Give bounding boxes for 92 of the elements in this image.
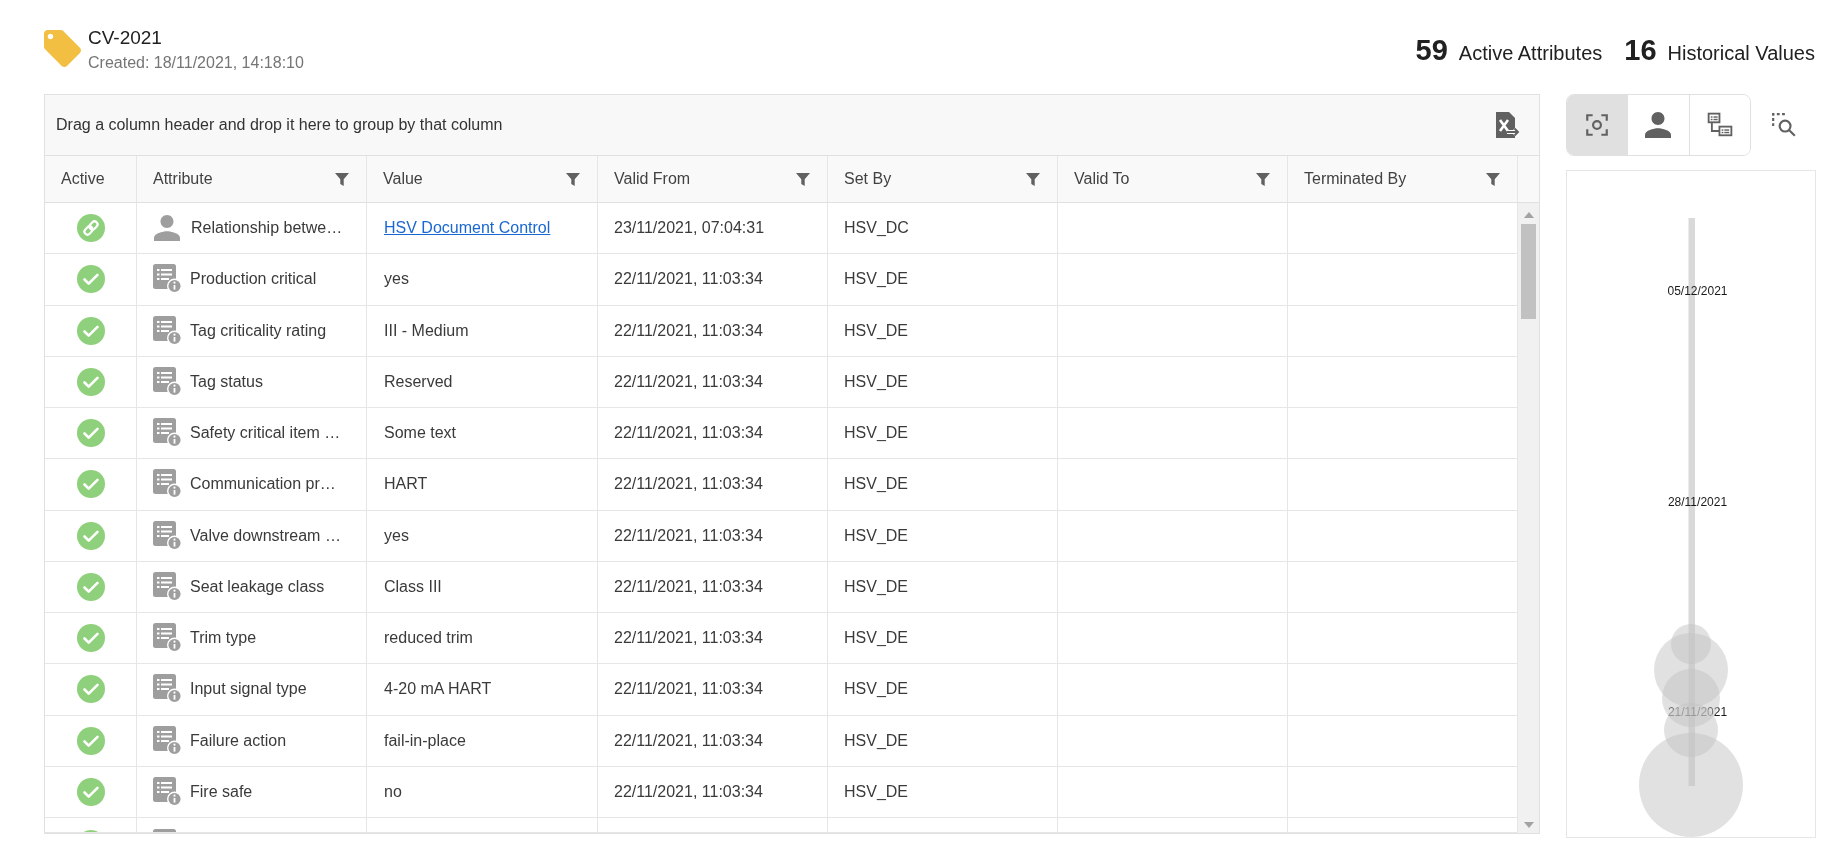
hierarchy-icon <box>1706 112 1733 138</box>
valid-from-date: 22/11/2021, 11:03:34 <box>614 525 763 546</box>
attribute-name: Communication pr… <box>190 474 336 495</box>
info-list-icon <box>153 776 182 807</box>
valid-from-date: 22/11/2021, 11:03:34 <box>614 320 763 341</box>
set-by-user: HSV_DE <box>844 679 909 700</box>
valid-from-date: 22/11/2021, 11:03:34 <box>614 474 763 495</box>
valid-from-date: 22/11/2021, 11:03:34 <box>614 781 763 802</box>
info-list-icon <box>153 264 182 295</box>
attribute-name: Seat leakage class <box>190 576 325 597</box>
group-by-hint: Drag a column header and drop it here to group by that column <box>56 115 503 135</box>
info-list-icon <box>153 366 182 397</box>
column-header[interactable]: Valid From <box>598 156 828 202</box>
set-by-user: HSV_DE <box>844 320 909 341</box>
attribute-value: fail-in-place <box>384 730 466 751</box>
created-timestamp: Created: 18/11/2021, 14:18:10 <box>88 53 304 73</box>
item-title: CV-2021 <box>88 27 162 49</box>
attribute-value: HART <box>384 474 428 495</box>
column-header[interactable]: Set By <box>828 156 1058 202</box>
set-by-user: HSV_DE <box>844 628 909 649</box>
attribute-value: Reserved <box>384 371 453 392</box>
zoom-area-search-icon[interactable] <box>1771 112 1797 138</box>
filter-icon[interactable] <box>565 171 581 187</box>
set-by-user: HSV_DE <box>844 474 909 495</box>
value-link[interactable]: HSV Document Control <box>384 216 551 241</box>
valid-from-date: 22/11/2021, 11:03:34 <box>614 730 763 751</box>
attribute-name: Tag criticality rating <box>190 320 327 341</box>
valid-from-date: 22/11/2021, 11:03:34 <box>614 269 763 290</box>
attribute-value: III - Medium <box>384 320 469 341</box>
set-by-user: HSV_DE <box>844 576 909 597</box>
column-header[interactable]: Attribute <box>137 156 367 202</box>
set-by-user: HSV_DE <box>844 423 909 444</box>
stat-count: 59 <box>1415 33 1448 67</box>
filter-icon[interactable] <box>795 171 811 187</box>
attribute-name: Input signal type <box>190 679 307 700</box>
filter-icon[interactable] <box>1025 171 1041 187</box>
attribute-name: Fire safe <box>190 781 253 802</box>
attribute-name: Relationship betwe… <box>191 218 343 239</box>
attribute-name: Tag status <box>190 371 263 392</box>
attribute-value: no <box>384 781 402 802</box>
column-header[interactable]: Terminated By <box>1288 156 1518 202</box>
attribute-name: Valve downstream … <box>190 525 341 546</box>
valid-from-date: 22/11/2021, 11:03:34 <box>614 679 763 700</box>
set-by-user: HSV_DE <box>844 730 909 751</box>
filter-icon[interactable] <box>1255 171 1271 187</box>
stat-label: Active Attributes <box>1458 41 1603 65</box>
info-list-icon <box>153 418 182 449</box>
valid-from-date: 22/11/2021, 11:03:34 <box>614 423 763 444</box>
attribute-value: Some text <box>384 423 457 444</box>
stat-count: 16 <box>1624 33 1657 67</box>
attribute-value: reduced trim <box>384 628 473 649</box>
set-by-user: HSV_DC <box>844 218 909 239</box>
column-header[interactable]: Value <box>367 156 598 202</box>
info-list-icon <box>153 725 182 756</box>
tag-icon <box>44 30 81 67</box>
attribute-name: Production critical <box>190 269 317 290</box>
attribute-value: yes <box>384 269 409 290</box>
info-list-icon <box>153 469 182 500</box>
person-icon <box>1645 112 1672 138</box>
set-by-user: HSV_DE <box>844 781 909 802</box>
set-by-user: HSV_DE <box>844 269 909 290</box>
timeline-date-label: 28/11/2021 <box>1667 494 1728 509</box>
person-icon <box>154 215 180 242</box>
timeline-date-label: 05/12/2021 <box>1667 284 1728 299</box>
valid-from-date: 22/11/2021, 11:03:34 <box>614 628 763 649</box>
scrollbar-track[interactable] <box>1518 203 1539 833</box>
info-list-icon <box>153 571 182 602</box>
filter-icon[interactable] <box>334 171 350 187</box>
attribute-value: yes <box>384 525 409 546</box>
scrollbar-thumb[interactable] <box>1521 224 1536 319</box>
attribute-name: Safety critical item … <box>190 423 341 444</box>
valid-from-date: 22/11/2021, 11:03:34 <box>614 371 763 392</box>
stat-label: Historical Values <box>1667 41 1815 65</box>
set-by-user: HSV_DE <box>844 525 909 546</box>
focus-view-button[interactable] <box>1567 95 1629 155</box>
info-list-icon <box>153 623 182 654</box>
attribute-value: Class III <box>384 576 442 597</box>
filter-icon[interactable] <box>1485 171 1501 187</box>
attribute-value: 4-20 mA HART <box>384 679 492 700</box>
attribute-name: Trim type <box>190 628 257 649</box>
info-list-icon <box>153 674 182 705</box>
info-list-icon <box>153 520 182 551</box>
valid-from-date: 23/11/2021, 07:04:31 <box>614 218 765 239</box>
set-by-user: HSV_DE <box>844 371 909 392</box>
column-header[interactable]: Valid To <box>1058 156 1288 202</box>
attribute-name: Failure action <box>190 730 287 751</box>
column-header[interactable]: Active <box>45 156 137 202</box>
valid-from-date: 22/11/2021, 11:03:34 <box>614 576 763 597</box>
focus-frame-icon <box>1584 112 1611 138</box>
timeline-date-label: 21/11/2021 <box>1667 705 1728 720</box>
info-list-icon <box>153 315 182 346</box>
spreadsheet-export-icon[interactable] <box>1495 111 1521 139</box>
